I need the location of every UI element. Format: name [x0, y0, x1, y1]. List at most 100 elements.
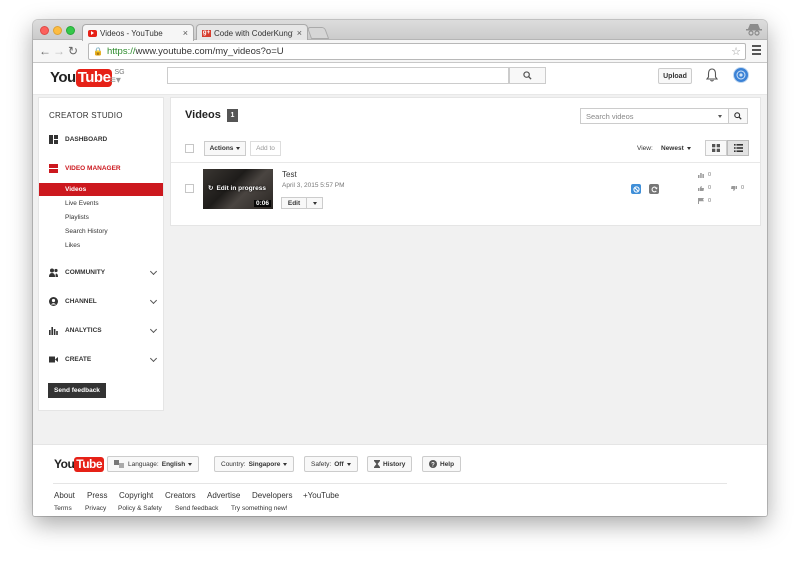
add-to-button[interactable]: Add to: [250, 141, 281, 156]
search-input[interactable]: [167, 67, 509, 84]
sidebar-item-label: DASHBOARD: [65, 136, 108, 143]
page-title: Videos: [185, 109, 221, 121]
grid-view-button[interactable]: [705, 140, 727, 156]
sidebar-item-channel[interactable]: CHANNEL: [49, 296, 158, 306]
country-button[interactable]: Country: Singapore: [214, 456, 295, 472]
account-avatar[interactable]: [733, 67, 749, 83]
forward-arrow-icon[interactable]: →: [53, 44, 65, 58]
sort-dropdown[interactable]: Newest: [661, 145, 691, 152]
address-bar[interactable]: 🔒 https:// www.youtube.com/my_videos?o=U…: [88, 43, 746, 60]
search-button[interactable]: [509, 67, 546, 84]
select-all-checkbox[interactable]: [185, 144, 194, 153]
browser-titlebar: Videos - YouTube × g+ Code with CoderKun…: [33, 20, 767, 41]
processing-status-icon[interactable]: [649, 184, 659, 194]
sidebar-subitem-playlists[interactable]: Playlists: [39, 211, 163, 224]
view-label: View:: [637, 145, 653, 152]
sidebar-subitem-search-history[interactable]: Search History: [39, 225, 163, 238]
svg-text:?: ?: [431, 462, 435, 468]
community-icon: [49, 268, 58, 277]
views-bar-icon: [698, 172, 704, 178]
avatar-pattern-icon: [736, 70, 746, 80]
views-stat: 0: [698, 172, 711, 178]
language-button[interactable]: Language: English: [107, 456, 200, 472]
search-videos-placeholder: Search videos: [586, 111, 634, 121]
footer-link-policy-safety[interactable]: Policy & Safety: [118, 505, 162, 512]
edit-dropdown-button[interactable]: [306, 197, 323, 209]
channel-icon: [49, 297, 58, 306]
upload-button[interactable]: Upload: [658, 68, 692, 84]
footer-youtube-logo[interactable]: You Tube: [54, 456, 105, 472]
thumbs-up-icon: [698, 185, 704, 191]
edit-button[interactable]: Edit: [281, 197, 307, 209]
chevron-down-icon: [149, 267, 158, 275]
close-tab-icon[interactable]: ×: [297, 28, 302, 38]
browser-window: Videos - YouTube × g+ Code with CoderKun…: [33, 20, 767, 516]
sidebar-item-label: CREATE: [65, 356, 92, 363]
sidebar-subitem-videos[interactable]: Videos: [39, 183, 163, 196]
chevron-down-icon: [149, 325, 158, 333]
sidebar-item-analytics[interactable]: ANALYTICS: [49, 325, 158, 335]
video-duration: 0:06: [253, 200, 271, 207]
sidebar-subitem-live-events[interactable]: Live Events: [39, 197, 163, 210]
sidebar-item-video-manager[interactable]: VIDEO MANAGER: [49, 164, 156, 173]
language-icon: [114, 460, 124, 468]
tab-label: Code with CoderKungfu -: [214, 28, 293, 38]
help-button[interactable]: ? Help: [422, 456, 462, 472]
video-count-badge: 1: [227, 109, 238, 122]
notifications-bell-icon[interactable]: [706, 68, 718, 82]
actions-dropdown[interactable]: Actions: [204, 141, 246, 156]
search-icon: [734, 112, 742, 120]
footer-link-privacy[interactable]: Privacy: [85, 505, 106, 512]
bookmark-star-icon[interactable]: ☆: [731, 45, 741, 58]
list-view-button[interactable]: [727, 140, 749, 156]
tab-videos-youtube[interactable]: Videos - YouTube ×: [82, 24, 194, 41]
caret-down-icon[interactable]: [718, 115, 722, 118]
maximize-window-button[interactable]: [66, 26, 75, 35]
google-plus-favicon-icon: g+: [202, 29, 211, 37]
video-date: April 3, 2015 5:57 PM: [282, 182, 345, 189]
privacy-status-icon[interactable]: [631, 184, 641, 194]
video-thumbnail[interactable]: ↻ Edit in progress 0:06: [203, 169, 273, 209]
close-tab-icon[interactable]: ×: [183, 28, 188, 38]
send-feedback-button[interactable]: Send feedback: [48, 383, 106, 398]
video-select-checkbox[interactable]: [185, 184, 194, 193]
incognito-icon: [746, 24, 762, 36]
sidebar-item-dashboard[interactable]: DASHBOARD: [49, 135, 156, 144]
sidebar-item-label: COMMUNITY: [65, 269, 106, 276]
sidebar-item-community[interactable]: COMMUNITY: [49, 267, 158, 277]
search-videos-input[interactable]: Search videos: [580, 108, 729, 124]
safety-button[interactable]: Safety: Off: [304, 456, 358, 472]
footer-link-plus-youtube[interactable]: +YouTube: [303, 491, 339, 500]
safety-label: Safety:: [311, 460, 332, 468]
footer-link-try-something-new[interactable]: Try something new!: [231, 505, 287, 512]
video-title[interactable]: Test: [282, 170, 297, 179]
close-window-button[interactable]: [40, 26, 49, 35]
guide-menu-icon[interactable]: ≡▾: [110, 75, 121, 86]
search-videos-button[interactable]: [728, 108, 748, 124]
dislikes-count: 0: [741, 185, 745, 191]
back-arrow-icon[interactable]: ←: [39, 44, 51, 58]
footer-link-copyright[interactable]: Copyright: [119, 491, 153, 500]
footer-link-advertise[interactable]: Advertise: [207, 491, 240, 500]
likes-stat: 0: [698, 185, 711, 191]
new-tab-button[interactable]: [306, 27, 330, 39]
logo-tube: Tube: [74, 457, 105, 472]
reload-icon[interactable]: ↻: [68, 44, 78, 58]
footer-link-developers[interactable]: Developers: [252, 491, 292, 500]
footer-link-about[interactable]: About: [54, 491, 75, 500]
refresh-icon: ↻: [208, 185, 214, 192]
footer-link-terms[interactable]: Terms: [54, 505, 72, 512]
tab-coderkungfu[interactable]: g+ Code with CoderKungfu - ×: [196, 24, 308, 41]
footer-link-send-feedback[interactable]: Send feedback: [175, 505, 218, 512]
history-button[interactable]: History: [367, 456, 413, 472]
footer-link-press[interactable]: Press: [87, 491, 107, 500]
footer-link-creators[interactable]: Creators: [165, 491, 196, 500]
chevron-down-icon: [149, 354, 158, 362]
comments-count: 0: [708, 198, 712, 204]
lock-icon: 🔒: [93, 47, 103, 56]
sidebar-item-label: VIDEO MANAGER: [65, 165, 121, 172]
sidebar-subitem-likes[interactable]: Likes: [39, 239, 163, 252]
sidebar-item-create[interactable]: CREATE: [49, 354, 158, 364]
browser-menu-icon[interactable]: [752, 45, 761, 57]
minimize-window-button[interactable]: [53, 26, 62, 35]
